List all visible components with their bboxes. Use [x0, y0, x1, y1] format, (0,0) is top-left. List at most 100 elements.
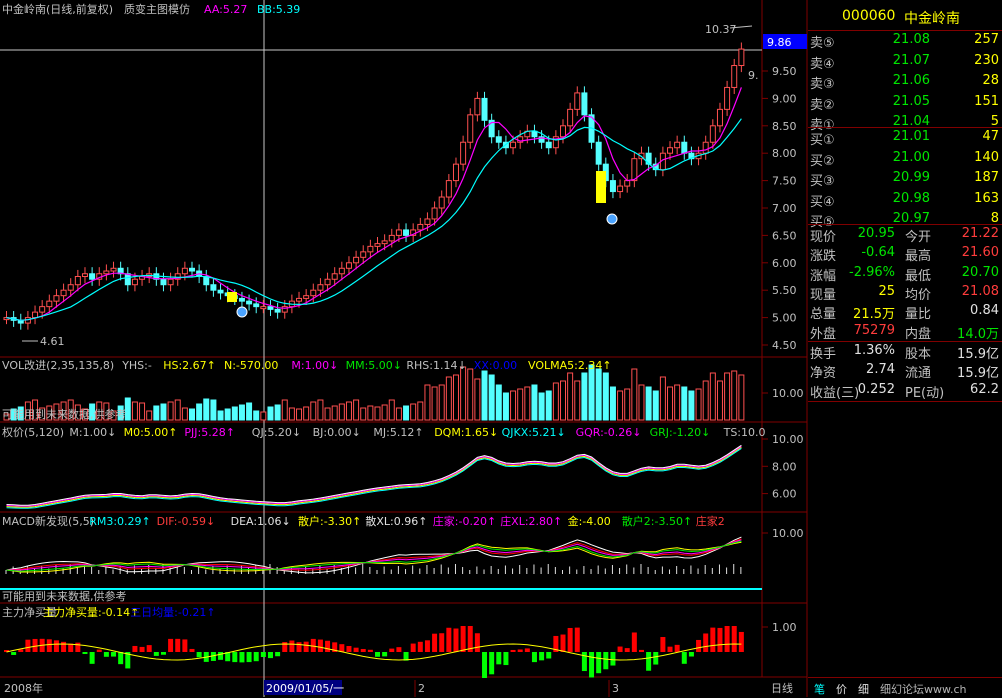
candle-body — [124, 273, 131, 286]
candle-body — [32, 311, 39, 319]
flow-bar — [681, 652, 687, 664]
vol-bar — [310, 401, 317, 421]
timeline-month-3: 3 — [612, 682, 619, 695]
candle-body — [567, 108, 574, 127]
stat-value-1: 75279 — [853, 322, 895, 338]
candle-body — [317, 284, 324, 291]
vol-bar — [324, 407, 331, 421]
flow-bar — [168, 638, 174, 652]
header-item: N:-570.00 — [224, 359, 278, 372]
tab-xi[interactable]: 细 — [858, 681, 869, 697]
candle-body — [452, 163, 459, 182]
vol-bar — [253, 410, 260, 421]
low-label: 4.61 — [40, 335, 65, 348]
row-vol: 257 — [974, 32, 999, 47]
candle-body — [260, 306, 267, 310]
flow-bar — [688, 652, 694, 657]
header-item: 庄家:-0.20↑ — [433, 514, 496, 528]
stat-value-1: 1.36% — [853, 343, 895, 358]
flow-bar — [539, 652, 545, 661]
sell-row[interactable]: 卖② 21.05 151 — [808, 94, 1002, 114]
sell-row[interactable]: 卖⑤ 21.08 257 — [808, 32, 1002, 52]
tab-watermark: 细幻论坛www.ch — [880, 683, 967, 696]
header-item: 散XL:0.96↑ — [365, 514, 427, 528]
stat-value-2: 21.08 — [961, 283, 999, 299]
period-label[interactable]: 日线 — [771, 681, 793, 695]
stat-label-2: 量比 — [905, 307, 932, 323]
buy-row[interactable]: 买② 21.00 140 — [808, 150, 1002, 170]
y-tick: 6.00 — [772, 488, 797, 501]
candle-body — [467, 114, 474, 143]
sell-row[interactable]: 卖④ 21.07 230 — [808, 53, 1002, 73]
vol-bar — [189, 408, 195, 421]
candle-body — [296, 297, 303, 302]
candle-body — [624, 180, 631, 187]
fin-row: 收益(三) 0.252 PE(动) 62.2 — [808, 382, 1002, 402]
buy-row[interactable]: 买④ 20.98 163 — [808, 191, 1002, 211]
stat-value-1: -0.64 — [861, 245, 895, 261]
tab-bi[interactable]: 笔 — [814, 681, 825, 697]
stat-value-1: 25 — [878, 283, 895, 299]
candle-body — [560, 125, 566, 138]
candle-body — [460, 141, 467, 165]
flow-bar — [489, 652, 495, 675]
flow-bar — [68, 643, 74, 652]
y-tick: 10.00 — [772, 527, 804, 540]
candle-body — [581, 92, 588, 116]
header-item: RHS:1.14↓ — [406, 359, 466, 372]
vol-bar — [624, 388, 631, 421]
candle-body — [709, 125, 716, 143]
header-item: VOL改进(2,35,135,8) — [2, 358, 114, 372]
candle-body — [417, 223, 424, 231]
signal-block — [596, 171, 606, 203]
buy-row[interactable]: 买① 21.01 47 — [808, 129, 1002, 149]
header-item: GRJ:-1.20↓ — [650, 426, 711, 439]
stat-label-2: 股本 — [905, 347, 932, 362]
flow-bar — [731, 626, 737, 652]
candle-body — [103, 270, 110, 275]
header-item: MJ:5.12↑ — [373, 426, 423, 439]
header-item: 散户:-3.30↑ — [298, 514, 361, 528]
flow-bar — [382, 652, 388, 657]
flow-bar — [160, 652, 166, 655]
row-price: 21.06 — [892, 73, 930, 88]
sell-row[interactable]: 卖③ 21.06 28 — [808, 73, 1002, 93]
flow-bar — [360, 648, 366, 652]
flow-bar — [96, 649, 102, 652]
stat-label-1: 净资 — [810, 366, 837, 382]
kline-chart-area[interactable]: 中金岭南(日线,前复权) 质变主图模仿 AA:5.27 BB:5.39 10.3… — [0, 0, 808, 697]
stat-value-1: 20.95 — [857, 226, 895, 241]
flow-bar — [646, 652, 652, 671]
vol-bar — [274, 404, 281, 421]
tab-jia[interactable]: 价 — [836, 681, 847, 697]
flow-bar — [53, 640, 59, 652]
vol-bar — [296, 408, 303, 421]
header-item: 庄家2 — [696, 514, 725, 528]
svg-text:9.86: 9.86 — [767, 36, 792, 49]
vol-bar — [388, 399, 395, 421]
vol-bar — [552, 382, 559, 421]
flow-bar — [139, 646, 145, 652]
flow-bar — [353, 647, 359, 652]
y-tick: 5.50 — [772, 284, 797, 297]
vol-bar — [246, 402, 253, 421]
stat-value-2: 21.60 — [961, 245, 999, 261]
flow-bar — [531, 652, 537, 663]
candle-body — [731, 65, 738, 88]
candle-body — [74, 276, 81, 286]
flow-bar — [367, 649, 373, 652]
header-item: QJ:5.20↓ — [252, 426, 301, 439]
candle-body — [381, 240, 388, 245]
vol-bar — [381, 404, 388, 421]
vol-bar — [452, 374, 459, 421]
header-item: 主力净买量:-0.14↑ — [43, 605, 139, 619]
stat-value-1: 2.74 — [866, 362, 895, 378]
flow-bar — [396, 647, 402, 652]
right-mark: 9. — [748, 69, 759, 82]
buy-row[interactable]: 买③ 20.99 187 — [808, 170, 1002, 190]
flow-bar — [617, 646, 623, 652]
flow-bar — [667, 646, 673, 652]
flow-bar — [103, 652, 109, 657]
stat-row: 现价 20.95 今开 21.22 — [808, 226, 1002, 246]
flow-bar — [510, 649, 516, 652]
